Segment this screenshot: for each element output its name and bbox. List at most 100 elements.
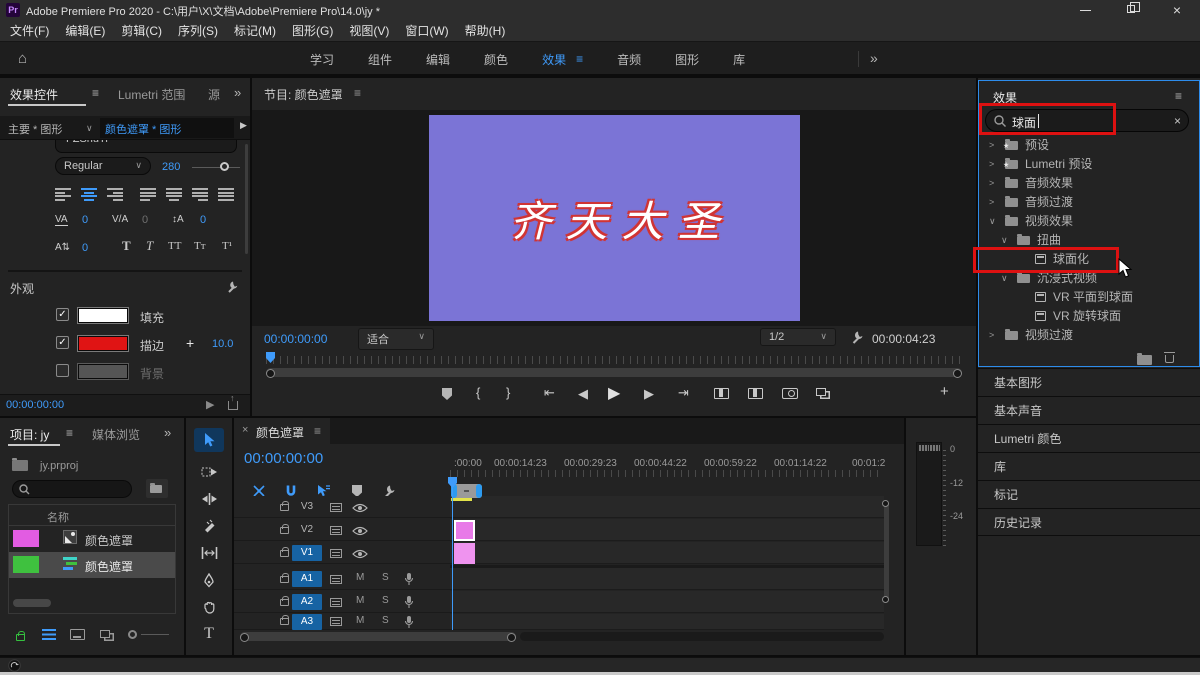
add-marker-icon[interactable] bbox=[442, 388, 452, 400]
step-back-icon[interactable]: ◀ bbox=[578, 386, 588, 402]
track-lock-icon[interactable] bbox=[280, 527, 289, 534]
track-label[interactable]: A2 bbox=[292, 594, 322, 610]
tab-effect-controls[interactable]: 效果控件 bbox=[10, 86, 58, 103]
track-lock-icon[interactable] bbox=[280, 550, 289, 557]
pen-tool[interactable] bbox=[194, 568, 224, 592]
home-icon[interactable]: ⌂ bbox=[18, 50, 27, 67]
timeline-horizontal-scrollbar[interactable] bbox=[240, 632, 516, 641]
lift-icon[interactable] bbox=[714, 388, 729, 399]
settings-wrench-icon[interactable] bbox=[850, 330, 864, 344]
stroke-color-swatch[interactable] bbox=[78, 336, 128, 351]
list-item-selected[interactable]: 颜色遮罩 bbox=[9, 552, 175, 578]
workspace-tab-assembly[interactable]: 组件 bbox=[368, 51, 392, 68]
tab-overflow-icon[interactable]: » bbox=[164, 425, 171, 440]
track-output-eye-icon[interactable] bbox=[352, 526, 368, 536]
tree-item-spherize[interactable]: 球面化 bbox=[979, 250, 1199, 269]
track-lock-icon[interactable] bbox=[280, 599, 289, 606]
panel-header-essential-sound[interactable]: 基本声音 bbox=[978, 396, 1200, 424]
expand-icon[interactable]: > bbox=[989, 155, 994, 174]
all-caps-button[interactable]: TT bbox=[168, 240, 181, 252]
sync-lock-icon[interactable] bbox=[330, 617, 342, 626]
track-output-eye-icon[interactable] bbox=[352, 549, 368, 559]
search-bin-button[interactable] bbox=[146, 479, 168, 498]
expand-icon[interactable]: > bbox=[989, 174, 994, 193]
panel-menu-icon[interactable]: ≡ bbox=[92, 86, 99, 100]
project-writable-lock-icon[interactable] bbox=[16, 634, 25, 641]
leading-value[interactable]: 0 bbox=[200, 214, 206, 226]
voiceover-mic-icon[interactable] bbox=[404, 615, 414, 629]
track-header-a3[interactable]: A3 M S bbox=[234, 614, 450, 630]
play-button[interactable]: ▶ bbox=[608, 383, 620, 403]
zoom-level-select[interactable]: 适合 ∨ bbox=[358, 328, 434, 350]
collapse-icon[interactable]: ∨ bbox=[989, 212, 996, 231]
export-icon[interactable]: ↑ bbox=[228, 401, 238, 410]
vertical-scrollbar[interactable] bbox=[245, 144, 248, 254]
tree-item-audio-transitions[interactable]: > 音频过渡 bbox=[979, 193, 1199, 212]
mark-out-icon[interactable]: } bbox=[506, 385, 510, 400]
timeline-vertical-scrollbar[interactable] bbox=[884, 502, 889, 602]
razor-tool[interactable] bbox=[194, 514, 224, 538]
timeline-ruler[interactable] bbox=[450, 470, 884, 477]
track-output-eye-icon[interactable] bbox=[352, 503, 368, 513]
panel-header-libraries[interactable]: 库 bbox=[978, 452, 1200, 480]
zoom-scroll-handle[interactable] bbox=[451, 484, 482, 498]
add-stroke-icon[interactable]: + bbox=[186, 335, 194, 351]
slip-tool[interactable] bbox=[194, 541, 224, 565]
track-select-forward-tool[interactable] bbox=[194, 460, 224, 484]
tree-item-lumetri-presets[interactable]: > Lumetri 预设 bbox=[979, 155, 1199, 174]
panel-header-markers[interactable]: 标记 bbox=[978, 480, 1200, 508]
zoom-handle-right[interactable] bbox=[476, 484, 482, 498]
panel-timecode[interactable]: 00:00:00:00 bbox=[6, 399, 64, 411]
track-lane-a1[interactable] bbox=[450, 568, 884, 590]
scrollbar-handle-top[interactable] bbox=[882, 500, 889, 507]
panel-next-icon[interactable]: ▶ bbox=[240, 120, 247, 131]
menu-graphics[interactable]: 图形(G) bbox=[292, 22, 333, 39]
panel-menu-icon[interactable]: ≡ bbox=[1175, 89, 1182, 103]
sync-lock-icon[interactable] bbox=[330, 598, 342, 607]
playback-resolution-select[interactable]: 1/2 ∨ bbox=[760, 328, 836, 346]
tree-item-vr-plane-to-sphere[interactable]: VR 平面到球面 bbox=[979, 288, 1199, 307]
menu-file[interactable]: 文件(F) bbox=[10, 22, 49, 39]
zoom-slider-track[interactable] bbox=[141, 634, 169, 635]
button-editor-plus-icon[interactable]: + bbox=[940, 383, 949, 400]
justify-last-center-button[interactable] bbox=[166, 188, 182, 201]
track-lane-v3[interactable] bbox=[450, 496, 884, 518]
font-family-select[interactable]: FZShuTi bbox=[55, 140, 237, 153]
track-lock-icon[interactable] bbox=[280, 618, 289, 625]
selection-tool[interactable] bbox=[194, 428, 224, 452]
play-audio-icon[interactable]: ▶ bbox=[206, 398, 214, 411]
track-label[interactable]: V3 bbox=[292, 499, 322, 515]
selected-clip-label[interactable]: 颜色遮罩 * 图形 bbox=[105, 121, 181, 137]
mute-button[interactable]: M bbox=[356, 615, 364, 626]
solo-button[interactable]: S bbox=[382, 595, 389, 606]
scrollbar-handle-bottom[interactable] bbox=[882, 596, 889, 603]
track-label[interactable]: A1 bbox=[292, 571, 322, 587]
project-search-input[interactable] bbox=[12, 480, 132, 498]
panel-header-lumetri-color[interactable]: Lumetri 颜色 bbox=[978, 424, 1200, 452]
workspace-tab-libraries[interactable]: 库 bbox=[733, 51, 745, 68]
solo-button[interactable]: S bbox=[382, 615, 389, 626]
horizontal-scrollbar[interactable] bbox=[13, 599, 51, 607]
tree-item-vr-rotate-sphere[interactable]: VR 旋转球面 bbox=[979, 307, 1199, 326]
tree-item-video-transitions[interactable]: > 视频过渡 bbox=[979, 326, 1199, 345]
tab-project[interactable]: 项目: jy bbox=[10, 426, 49, 443]
track-lane-a3[interactable] bbox=[450, 614, 884, 630]
type-tool[interactable]: T bbox=[194, 622, 224, 646]
track-label[interactable]: A3 bbox=[292, 614, 322, 630]
tab-program[interactable]: 节目: 颜色遮罩 bbox=[264, 86, 343, 103]
align-center-button[interactable] bbox=[81, 188, 97, 201]
track-label[interactable]: V2 bbox=[292, 522, 322, 538]
sync-lock-icon[interactable] bbox=[330, 526, 342, 535]
freeform-view-icon[interactable] bbox=[100, 630, 110, 638]
close-icon[interactable]: × bbox=[1160, 0, 1194, 20]
workspace-overflow-icon[interactable]: » bbox=[870, 50, 878, 66]
list-item[interactable]: 颜色遮罩 bbox=[9, 526, 175, 552]
go-to-in-icon[interactable]: ⇤ bbox=[544, 385, 555, 401]
project-filename[interactable]: jy.prproj bbox=[40, 460, 78, 472]
extract-icon[interactable] bbox=[748, 388, 763, 399]
menu-clip[interactable]: 剪辑(C) bbox=[121, 22, 162, 39]
mute-button[interactable]: M bbox=[356, 572, 364, 583]
stroke-width-value[interactable]: 10.0 bbox=[212, 338, 233, 350]
tab-lumetri-scopes[interactable]: Lumetri 范围 bbox=[118, 86, 185, 103]
workspace-tab-color[interactable]: 颜色 bbox=[484, 51, 508, 68]
